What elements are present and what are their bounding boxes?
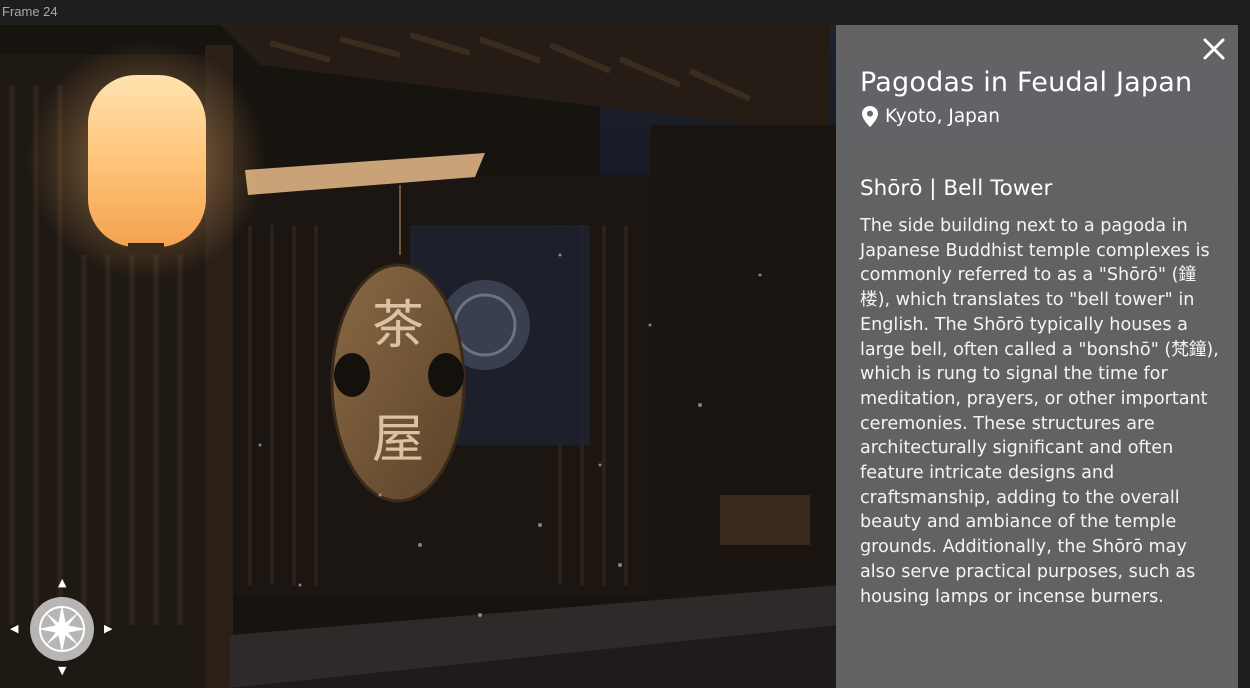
navigation-compass: ▲ ▼ ◀ ▶ (8, 575, 118, 680)
close-button[interactable] (1200, 35, 1228, 63)
location-text: Kyoto, Japan (885, 106, 1000, 127)
scene-frame: 茶 屋 ▲ ▼ ◀ ▶ Pagodas in Feudal Japan Kyot… (0, 25, 1238, 688)
location-row: Kyoto, Japan (862, 106, 1000, 127)
frame-label: Frame 24 (2, 4, 58, 19)
description-text: The side building next to a pagoda in Ja… (860, 216, 1219, 607)
panel-title: Pagodas in Feudal Japan (860, 67, 1193, 98)
info-panel: Pagodas in Feudal Japan Kyoto, Japan Shō… (836, 25, 1238, 688)
nav-right-arrow[interactable]: ▶ (104, 623, 112, 634)
nav-left-arrow[interactable]: ◀ (10, 623, 18, 634)
compass-icon[interactable] (30, 597, 94, 661)
sign-character-top: 茶 (372, 296, 424, 356)
nav-down-arrow[interactable]: ▼ (58, 665, 66, 676)
sign-character-bottom: 屋 (372, 410, 424, 470)
close-icon (1203, 38, 1225, 60)
nav-up-arrow[interactable]: ▲ (58, 577, 66, 588)
map-pin-icon (862, 106, 878, 127)
section-heading: Shōrō | Bell Tower (860, 176, 1053, 201)
